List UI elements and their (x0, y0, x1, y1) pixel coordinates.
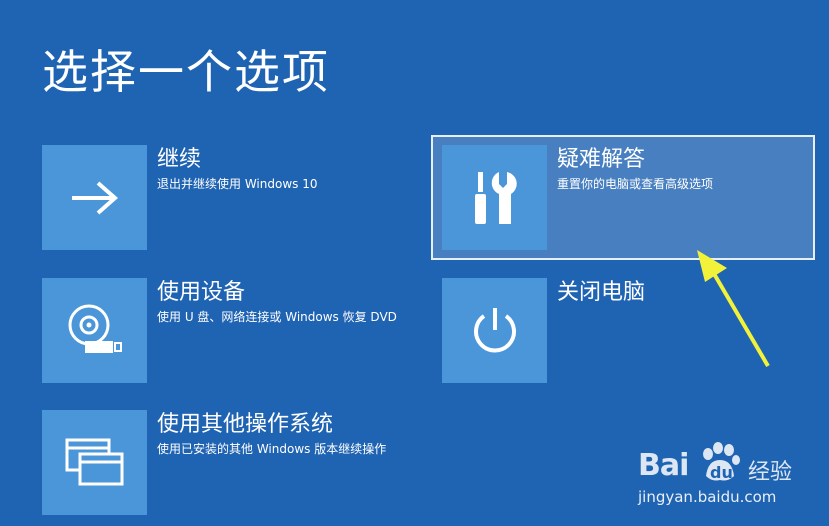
watermark-product: 经验 (748, 460, 793, 485)
baidu-watermark: Bai du 经验 jingyan.baidu.com (638, 440, 818, 510)
watermark-url: jingyan.baidu.com (638, 488, 777, 506)
watermark-paw-text: du (710, 463, 733, 482)
watermark-brand: Bai (638, 448, 689, 483)
